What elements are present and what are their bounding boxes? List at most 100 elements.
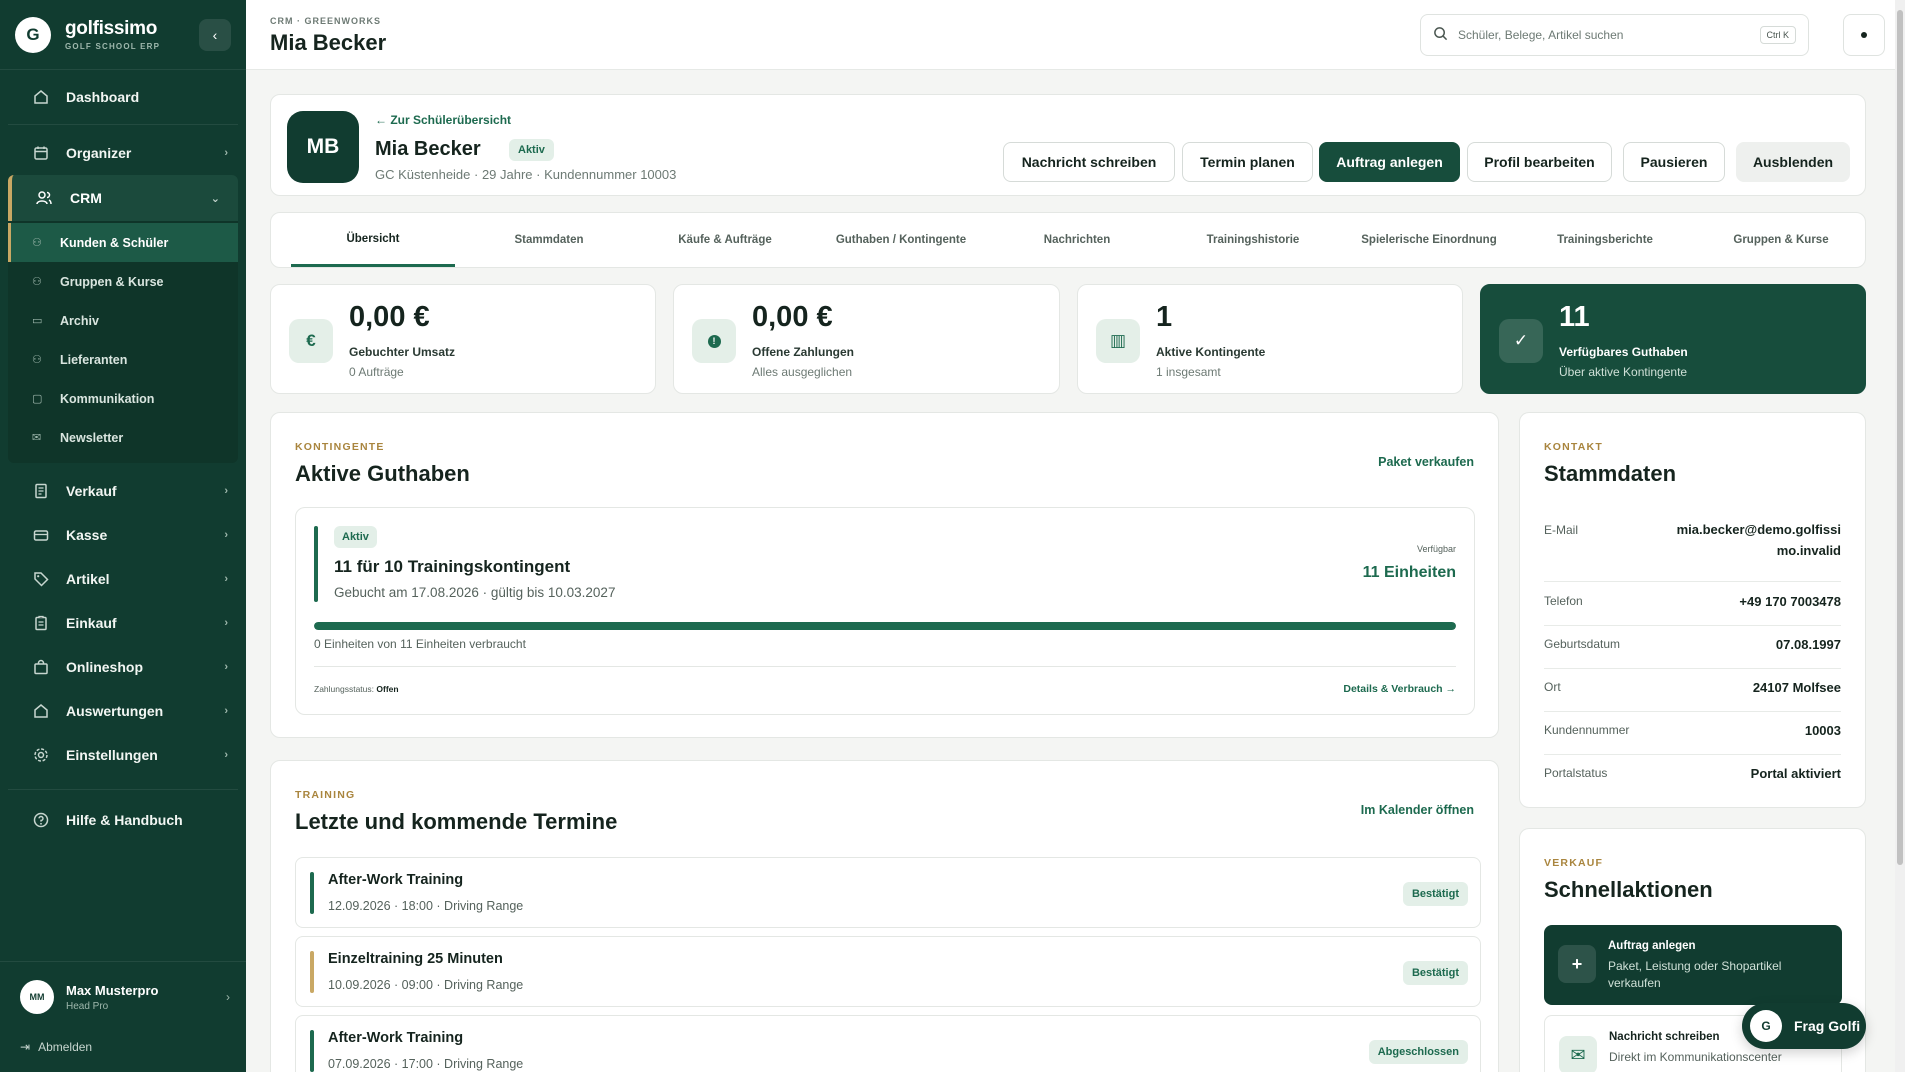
tab-kaeufe[interactable]: Käufe & Aufträge: [643, 213, 807, 267]
register-icon: [32, 526, 50, 544]
divider: [314, 666, 1456, 667]
tab-bar: Übersicht Stammdaten Käufe & Aufträge Gu…: [270, 212, 1866, 268]
row-value[interactable]: mia.becker@demo.golfissimo.invalid: [1671, 519, 1841, 561]
home-icon: [32, 88, 50, 106]
kpi-value: 0,00 €: [349, 301, 430, 333]
appointment-item[interactable]: After-Work Training 07.09.2026 · 17:00 ·…: [295, 1015, 1481, 1072]
collapse-sidebar-button[interactable]: ‹: [199, 18, 231, 51]
nav-dashboard[interactable]: Dashboard: [0, 76, 246, 118]
row-value[interactable]: +49 170 7003478: [1739, 591, 1841, 612]
search-input[interactable]: Schüler, Belege, Artikel suchen Ctrl K: [1420, 14, 1809, 56]
gear-icon: [32, 746, 50, 764]
section-title: Letzte und kommende Termine: [295, 809, 618, 834]
nav-auswertungen[interactable]: Auswertungen ›: [0, 689, 246, 733]
user-name: Max Musterpro: [66, 982, 159, 998]
training-card: TRAINING Letzte und kommende Termine Im …: [270, 760, 1499, 1072]
scrollbar-thumb[interactable]: [1897, 10, 1903, 865]
logout-link[interactable]: ⇥ Abmelden: [0, 1032, 246, 1062]
sidebar-item-kunden[interactable]: ⚇ Kunden & Schüler: [8, 223, 238, 262]
accent-bar: [314, 526, 318, 602]
row-value: 07.08.1997: [1775, 637, 1841, 652]
assistant-button[interactable]: G Frag Golfi: [1742, 1003, 1866, 1049]
back-link[interactable]: ← Zur Schülerübersicht: [375, 113, 511, 127]
shopping-bag-icon: [32, 658, 50, 676]
create-order-button[interactable]: Auftrag anlegen: [1319, 142, 1460, 182]
chevron-right-icon: ›: [224, 147, 228, 159]
open-calendar-link[interactable]: Im Kalender öffnen: [1361, 803, 1474, 817]
check-icon: ✓: [1499, 319, 1543, 363]
section-eyebrow: KONTAKT: [1544, 441, 1603, 453]
chevron-right-icon: ›: [224, 749, 228, 761]
appointment-item[interactable]: Einzeltraining 25 Minuten 10.09.2026 · 0…: [295, 936, 1481, 1007]
nav-help[interactable]: Hilfe & Handbuch: [0, 798, 246, 842]
chevron-left-icon: ‹: [212, 26, 218, 43]
sidebar-item-archiv[interactable]: ▭ Archiv: [8, 301, 238, 340]
available-value: 11 Einheiten: [1362, 564, 1456, 581]
nav-crm[interactable]: CRM ⌄: [8, 175, 238, 221]
scrollbar[interactable]: [1895, 0, 1905, 1072]
notifications-button[interactable]: [1843, 14, 1885, 56]
divider: [8, 124, 238, 125]
group-icon: ⚇: [32, 276, 42, 288]
sidebar-item-lieferanten[interactable]: ⚇ Lieferanten: [8, 340, 238, 379]
chevron-down-icon: ⌄: [210, 192, 220, 205]
section-title: Schnellaktionen: [1544, 877, 1713, 902]
shortcut-hint: Ctrl K: [1759, 26, 1796, 44]
edit-profile-button[interactable]: Profil bearbeiten: [1467, 142, 1612, 182]
nav-verkauf[interactable]: Verkauf ›: [0, 469, 246, 513]
tab-einordnung[interactable]: Spielerische Einordnung: [1347, 213, 1511, 267]
sidebar-item-newsletter[interactable]: ✉ Newsletter: [8, 418, 238, 457]
dot-icon: [1861, 32, 1867, 38]
nav-kasse[interactable]: Kasse ›: [0, 513, 246, 557]
search-icon: [1433, 26, 1448, 44]
sidebar-item-gruppen[interactable]: ⚇ Gruppen & Kurse: [8, 262, 238, 301]
pause-button[interactable]: Pausieren: [1623, 142, 1725, 182]
nav-onlineshop[interactable]: Onlineshop ›: [0, 645, 246, 689]
section-eyebrow: TRAINING: [295, 789, 356, 801]
appointment-meta: 12.09.2026 · 18:00 · Driving Range: [328, 899, 524, 913]
sell-package-link[interactable]: Paket verkaufen: [1378, 455, 1474, 469]
tab-guthaben[interactable]: Guthaben / Kontingente: [819, 213, 983, 267]
nav-einstellungen[interactable]: Einstellungen ›: [0, 733, 246, 777]
tab-stammdaten[interactable]: Stammdaten: [467, 213, 631, 267]
contingent-item[interactable]: Aktiv 11 für 10 Trainingskontingent Gebu…: [295, 507, 1475, 715]
details-link[interactable]: Details & Verbrauch →: [1343, 683, 1456, 695]
nav-label: Kasse: [66, 527, 108, 543]
sidebar-item-label: Newsletter: [60, 430, 124, 445]
tab-nachrichten[interactable]: Nachrichten: [995, 213, 1159, 267]
tab-gruppen[interactable]: Gruppen & Kurse: [1699, 213, 1863, 267]
hide-button[interactable]: Ausblenden: [1736, 142, 1850, 182]
sidebar-item-kommunikation[interactable]: ▢ Kommunikation: [8, 379, 238, 418]
brand-logo[interactable]: G: [15, 16, 51, 53]
tab-uebersicht[interactable]: Übersicht: [291, 213, 455, 267]
appointment-item[interactable]: After-Work Training 12.09.2026 · 18:00 ·…: [295, 857, 1481, 928]
section-title: Stammdaten: [1544, 461, 1677, 486]
usage-progress: [314, 622, 1456, 630]
row-key: Ort: [1544, 680, 1561, 694]
quick-action-create-order[interactable]: + Auftrag anlegen Paket, Leistung oder S…: [1544, 925, 1842, 1005]
plan-appointment-button[interactable]: Termin planen: [1182, 142, 1313, 182]
nav-label: Hilfe & Handbuch: [66, 812, 183, 828]
nav-organizer[interactable]: Organizer ›: [0, 131, 246, 175]
contact-row-phone: Telefon +49 170 7003478: [1544, 594, 1841, 626]
write-message-button[interactable]: Nachricht schreiben: [1003, 142, 1175, 182]
tab-trainingsberichte[interactable]: Trainingsberichte: [1523, 213, 1687, 267]
user-menu[interactable]: MM Max Musterpro Head Pro ›: [0, 962, 246, 1032]
chat-icon: ▢: [32, 393, 43, 405]
kpi-sub: 0 Aufträge: [349, 365, 404, 379]
kpi-sub: Alles ausgeglichen: [752, 365, 853, 379]
appointment-title: After-Work Training: [328, 1030, 464, 1046]
tab-trainingshistorie[interactable]: Trainingshistorie: [1171, 213, 1335, 267]
chevron-right-icon: ›: [224, 661, 228, 673]
contact-row-customer-number: Kundennummer 10003: [1544, 723, 1841, 755]
user-role: Head Pro: [66, 1000, 109, 1012]
alert-glyph: !: [707, 334, 721, 348]
supplier-icon: ⚇: [32, 354, 42, 366]
nav-artikel[interactable]: Artikel ›: [0, 557, 246, 601]
columns-icon: ▥: [1096, 319, 1140, 363]
kpi-open-payments: ! 0,00 € Offene Zahlungen Alles ausgegli…: [673, 284, 1060, 394]
topbar: CRM · GREENWORKS Mia Becker Schüler, Bel…: [246, 0, 1895, 70]
appointment-title: Einzeltraining 25 Minuten: [328, 951, 503, 967]
quick-action-title: Auftrag anlegen: [1608, 940, 1696, 952]
nav-einkauf[interactable]: Einkauf ›: [0, 601, 246, 645]
